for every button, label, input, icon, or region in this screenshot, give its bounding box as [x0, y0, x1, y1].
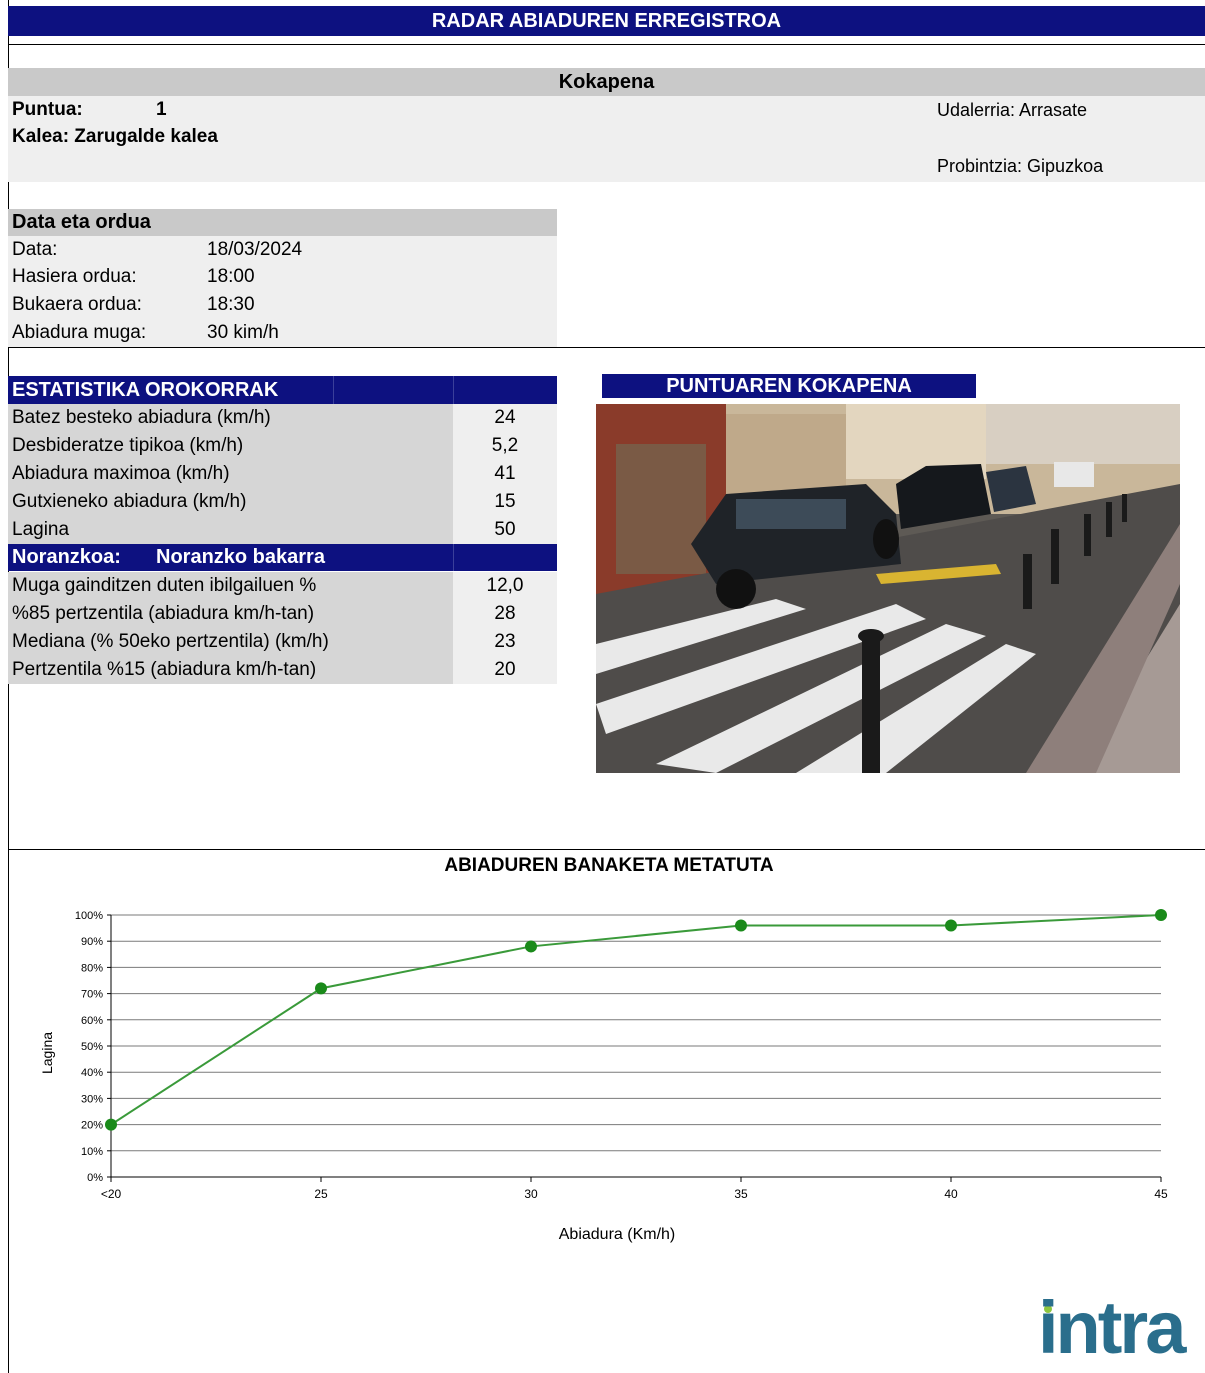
data-point: [315, 982, 327, 995]
chart-grid: [107, 914, 1162, 1182]
end-time-label: Bukaera ordua:: [12, 294, 142, 315]
province: Probintzia: Gipuzkoa: [937, 156, 1104, 176]
stat-value: 5,2: [453, 432, 557, 460]
direction-label: Noranzkoa:: [12, 546, 121, 568]
y-tick-label: 20%: [81, 1120, 103, 1132]
data-point: [735, 919, 747, 932]
stat-value: 23: [453, 628, 557, 656]
header-cell-divider: [333, 376, 334, 404]
stat-label: Muga gainditzen duten ibilgailuen %: [8, 572, 453, 600]
stat-row: Muga gainditzen duten ibilgailuen % 12,0: [8, 572, 557, 600]
intra-logo: intra: [1038, 1286, 1186, 1369]
stat-row: Desbideratze tipikoa (km/h) 5,2: [8, 432, 557, 460]
data-point: [945, 919, 957, 932]
header-cell-divider: [453, 376, 454, 404]
y-tick-label: 50%: [81, 1041, 103, 1053]
y-tick-label: 0%: [87, 1172, 103, 1184]
y-tick-label: 60%: [81, 1015, 103, 1027]
point-label: Puntua:: [12, 99, 83, 120]
data-point: [1155, 909, 1167, 921]
y-tick-label: 80%: [81, 962, 103, 974]
municipality: Udalerria: Arrasate: [937, 100, 1088, 120]
date-label: Data:: [12, 239, 58, 260]
stat-label: Mediana (% 50eko pertzentila) (km/h): [8, 628, 453, 656]
stat-label: Gutxieneko abiadura (km/h): [8, 488, 453, 516]
stat-row: Lagina 50: [8, 516, 557, 544]
stat-value: 24: [453, 404, 557, 432]
y-tick-label: 30%: [81, 1093, 103, 1105]
datetime-title: Data eta ordua: [12, 211, 151, 233]
divider: [8, 44, 1205, 45]
end-time-value: 18:30: [207, 294, 255, 315]
y-axis-label: Lagina: [39, 1032, 55, 1074]
x-tick-label: 35: [734, 1187, 748, 1201]
stat-value: 12,0: [453, 572, 557, 600]
stat-value: 28: [453, 600, 557, 628]
y-tick-labels: 0% 10% 20% 30% 40% 50% 60% 70% 80% 90% 100%: [75, 910, 103, 1184]
point-value: 1: [156, 99, 167, 120]
cumulative-speed-chart: ABIADUREN BANAKETA METATUTA 0% 10% 20% 30% 4…: [39, 855, 1168, 1243]
date-value: 18/03/2024: [207, 239, 303, 260]
speed-limit-value: 30 kim/h: [207, 322, 279, 343]
x-tick-label: 45: [1154, 1187, 1168, 1201]
location-photo: [596, 404, 1180, 773]
photo-title: PUNTUAREN KOKAPENA: [602, 374, 976, 398]
stat-row: Abiadura maximoa (km/h) 41: [8, 460, 557, 488]
stat-label: Abiadura maximoa (km/h): [8, 460, 453, 488]
stat-row: Pertzentila %15 (abiadura km/h-tan) 20: [8, 656, 557, 684]
x-tick-label: 40: [944, 1187, 958, 1201]
stat-row: Mediana (% 50eko pertzentila) (km/h) 23: [8, 628, 557, 656]
x-tick-label: <20: [101, 1187, 122, 1201]
stat-label: Pertzentila %15 (abiadura km/h-tan): [8, 656, 453, 684]
stat-row: %85 pertzentila (abiadura km/h-tan) 28: [8, 600, 557, 628]
x-axis-label: Abiadura (Km/h): [559, 1226, 676, 1243]
chart-title: ABIADUREN BANAKETA METATUTA: [444, 855, 774, 876]
start-time-value: 18:00: [207, 266, 255, 287]
stat-label: Batez besteko abiadura (km/h): [8, 404, 453, 432]
stat-label: Desbideratze tipikoa (km/h): [8, 432, 453, 460]
divider: [8, 347, 1205, 348]
y-tick-label: 10%: [81, 1146, 103, 1158]
y-tick-label: 100%: [75, 910, 103, 922]
stat-label: %85 pertzentila (abiadura km/h-tan): [8, 600, 453, 628]
stat-value: 20: [453, 656, 557, 684]
stat-row: Batez besteko abiadura (km/h) 24: [8, 404, 557, 432]
x-tick-label: 25: [314, 1187, 328, 1201]
y-tick-label: 70%: [81, 989, 103, 1001]
location-title: Kokapena: [558, 71, 655, 93]
stats-title: ESTATISTIKA OROKORRAK: [12, 379, 279, 401]
stat-value: 50: [453, 516, 557, 544]
data-point: [525, 940, 537, 953]
x-tick-label: 30: [524, 1187, 538, 1201]
report-title: RADAR ABIADUREN ERREGISTROA: [8, 6, 1205, 36]
stat-label: Lagina: [8, 516, 453, 544]
stat-value: 15: [453, 488, 557, 516]
direction-value: Noranzko bakarra: [156, 546, 325, 568]
stat-row: Gutxieneko abiadura (km/h) 15: [8, 488, 557, 516]
start-time-label: Hasiera ordua:: [12, 266, 137, 287]
x-tick-labels: <20 25 30 35 40 45: [101, 1187, 1168, 1201]
header-cell-divider: [453, 544, 454, 571]
speed-limit-label: Abiadura muga:: [12, 322, 147, 343]
stat-value: 41: [453, 460, 557, 488]
y-tick-label: 90%: [81, 936, 103, 948]
data-point: [105, 1118, 117, 1131]
street: Kalea: Zarugalde kalea: [12, 126, 218, 147]
y-tick-label: 40%: [81, 1067, 103, 1079]
